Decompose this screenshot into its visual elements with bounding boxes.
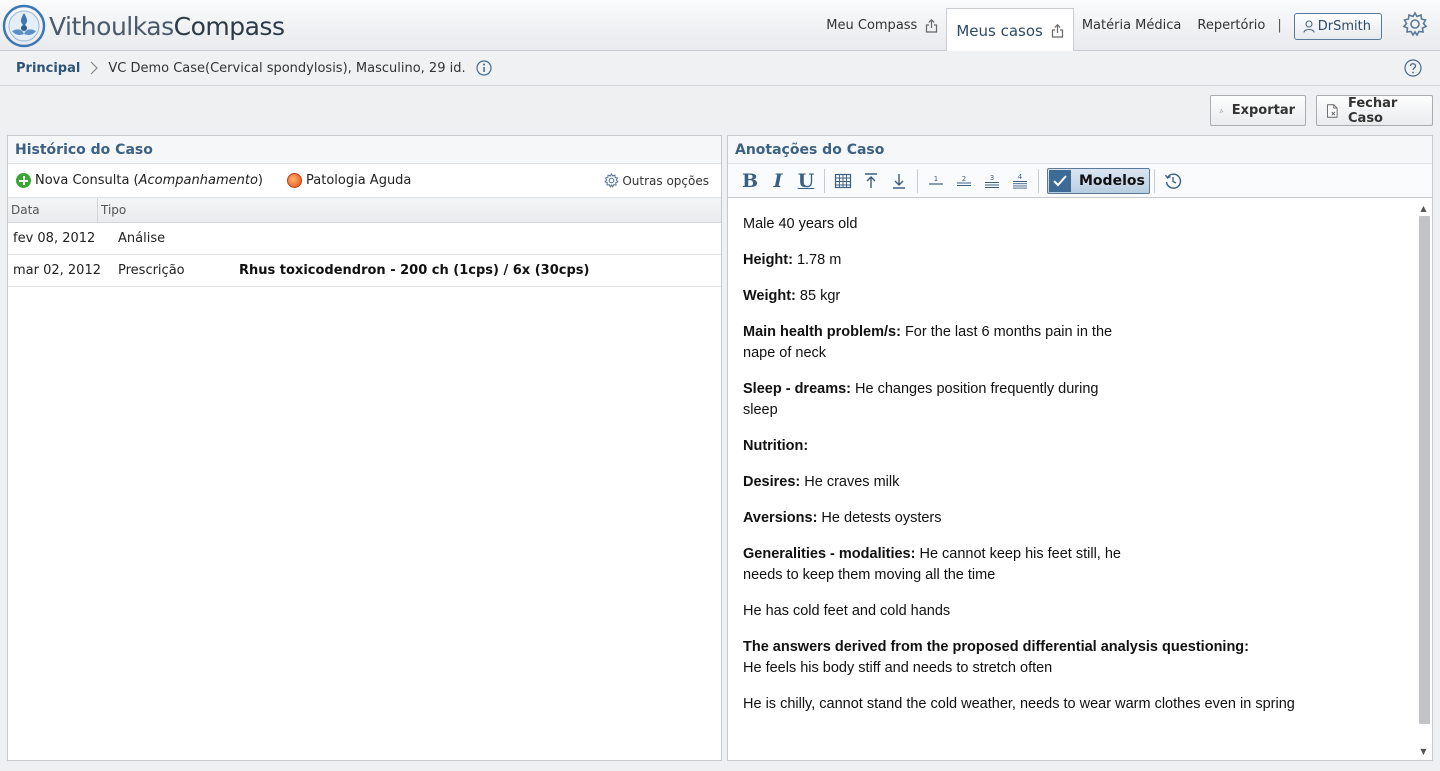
svg-text:2: 2: [962, 175, 966, 183]
heading-3-button[interactable]: 3: [978, 168, 1006, 194]
insert-table-button[interactable]: [829, 168, 857, 194]
svg-text:3: 3: [990, 174, 994, 182]
table-row[interactable]: mar 02, 2012 Prescrição Rhus toxicodendr…: [8, 255, 721, 287]
compass-logo-icon: [2, 4, 46, 48]
table-row[interactable]: fev 08, 2012 Análise: [8, 223, 721, 255]
help-icon[interactable]: [1404, 59, 1422, 77]
arrow-up-to-line-icon: [865, 172, 877, 188]
acute-icon: [287, 173, 302, 188]
heading-3-icon: 3: [985, 174, 999, 188]
nav-materia-medica[interactable]: Matéria Médica: [1074, 0, 1190, 51]
close-case-button[interactable]: Fechar Caso: [1316, 95, 1433, 126]
user-menu-button[interactable]: DrSmith: [1293, 13, 1382, 40]
breadcrumb-case: VC Demo Case(Cervical spondylosis), Masc…: [108, 60, 466, 76]
gear-icon: [604, 173, 620, 188]
row-detail: Rhus toxicodendron - 200 ch (1cps) / 6x …: [239, 263, 590, 278]
heading-1-icon: 1: [929, 175, 943, 185]
nav-repertorio[interactable]: Repertório: [1189, 0, 1273, 51]
acute-pathology-button[interactable]: Patologia Aguda: [287, 173, 411, 188]
move-bottom-button[interactable]: [885, 168, 913, 194]
user-name: DrSmith: [1317, 19, 1371, 34]
toolbar-divider: [1153, 168, 1155, 193]
note-paragraph: He is chilly, cannot stand the cold weat…: [743, 696, 1295, 712]
export-button[interactable]: Exportar: [1210, 95, 1306, 126]
notes-editor[interactable]: Male 40 years old Height: 1.78 m Weight:…: [728, 199, 1432, 760]
note-paragraph: Sleep - dreams: He changes position freq…: [743, 381, 1099, 418]
table-icon: [834, 173, 852, 188]
heading-2-icon: 2: [957, 175, 971, 186]
column-header-type[interactable]: Tipo: [98, 203, 126, 217]
notes-content[interactable]: Male 40 years old Height: 1.78 m Weight:…: [743, 199, 1413, 730]
scrollbar-thumb[interactable]: [1419, 216, 1430, 724]
nav-separator: |: [1277, 18, 1282, 33]
add-icon: [16, 173, 31, 188]
note-paragraph: Weight: 85 kgr: [743, 288, 841, 304]
history-button[interactable]: [1159, 168, 1187, 194]
export-pdf-icon: [1219, 108, 1224, 113]
row-date: mar 02, 2012: [13, 263, 101, 278]
row-date: fev 08, 2012: [13, 231, 96, 246]
note-paragraph: Main health problem/s: For the last 6 mo…: [743, 324, 1113, 361]
case-history-panel: Histórico do Caso Nova Consulta (Acompan…: [7, 135, 722, 761]
nav-meus-casos[interactable]: Meus casos: [946, 8, 1074, 52]
nav-meu-compass[interactable]: Meu Compass: [818, 0, 946, 51]
note-paragraph: Male 40 years old: [743, 216, 858, 232]
editor-toolbar: B I U 1 2 3 4 Modelos: [728, 164, 1432, 198]
history-clock-icon: [1164, 173, 1181, 189]
close-document-icon: [1327, 103, 1338, 118]
chevron-right-icon: [90, 61, 99, 75]
note-paragraph: Height: 1.78 m: [743, 252, 842, 268]
share-icon: [926, 18, 938, 33]
note-paragraph: Desires: He craves milk: [743, 474, 900, 490]
share-icon: [1051, 23, 1063, 38]
note-paragraph: The answers derived from the proposed di…: [743, 639, 1249, 676]
scroll-down-arrow-icon[interactable]: ▼: [1417, 745, 1430, 758]
checkmark-icon: [1049, 169, 1071, 192]
case-notes-title: Anotações do Caso: [728, 136, 1432, 164]
new-consultation-button[interactable]: Nova Consulta (Acompanhamento): [16, 173, 263, 188]
note-paragraph: Nutrition:: [743, 438, 809, 454]
breadcrumb-home[interactable]: Principal: [16, 61, 80, 76]
heading-4-button[interactable]: 4: [1006, 168, 1034, 194]
bold-button[interactable]: B: [736, 168, 764, 194]
toolbar-divider: [824, 168, 825, 193]
history-toolbar: Nova Consulta (Acompanhamento) Patologia…: [8, 164, 721, 198]
row-type: Prescrição: [118, 263, 185, 278]
svg-text:4: 4: [1018, 173, 1023, 181]
info-icon[interactable]: [476, 60, 492, 76]
settings-gear-icon[interactable]: [1402, 11, 1428, 37]
breadcrumb: Principal VC Demo Case(Cervical spondylo…: [0, 51, 1440, 86]
heading-2-button[interactable]: 2: [950, 168, 978, 194]
note-paragraph: Generalities - modalities: He cannot kee…: [743, 546, 1121, 583]
case-history-title: Histórico do Caso: [8, 136, 721, 164]
other-options-button[interactable]: Outras opções: [604, 173, 709, 188]
toolbar-divider: [1038, 168, 1039, 193]
logo-text: VithoulkasCompass: [49, 11, 285, 41]
history-table-header: Data Tipo: [8, 197, 721, 223]
main-nav: Meu Compass Meus casos Matéria Médica Re…: [818, 0, 1440, 52]
case-notes-panel: Anotações do Caso B I U 1 2 3 4 Modelos …: [727, 135, 1433, 761]
svg-text:1: 1: [934, 175, 938, 183]
toolbar-divider: [917, 168, 918, 193]
notes-scrollbar[interactable]: ▲ ▼: [1417, 202, 1430, 758]
column-header-date[interactable]: Data: [8, 197, 98, 223]
user-icon: [1303, 20, 1315, 33]
row-type: Análise: [118, 231, 166, 246]
underline-button[interactable]: U: [792, 168, 820, 194]
note-paragraph: Aversions: He detests oysters: [743, 510, 942, 526]
scroll-up-arrow-icon[interactable]: ▲: [1417, 202, 1430, 215]
arrow-down-to-line-icon: [893, 173, 905, 189]
note-paragraph: He has cold feet and cold hands: [743, 603, 951, 619]
heading-4-icon: 4: [1013, 173, 1027, 189]
logo[interactable]: VithoulkasCompass: [2, 4, 285, 48]
top-bar: VithoulkasCompass Meu Compass Meus casos…: [0, 0, 1440, 52]
move-top-button[interactable]: [857, 168, 885, 194]
templates-button[interactable]: Modelos: [1047, 167, 1150, 194]
heading-1-button[interactable]: 1: [922, 168, 950, 194]
italic-button[interactable]: I: [764, 168, 792, 194]
